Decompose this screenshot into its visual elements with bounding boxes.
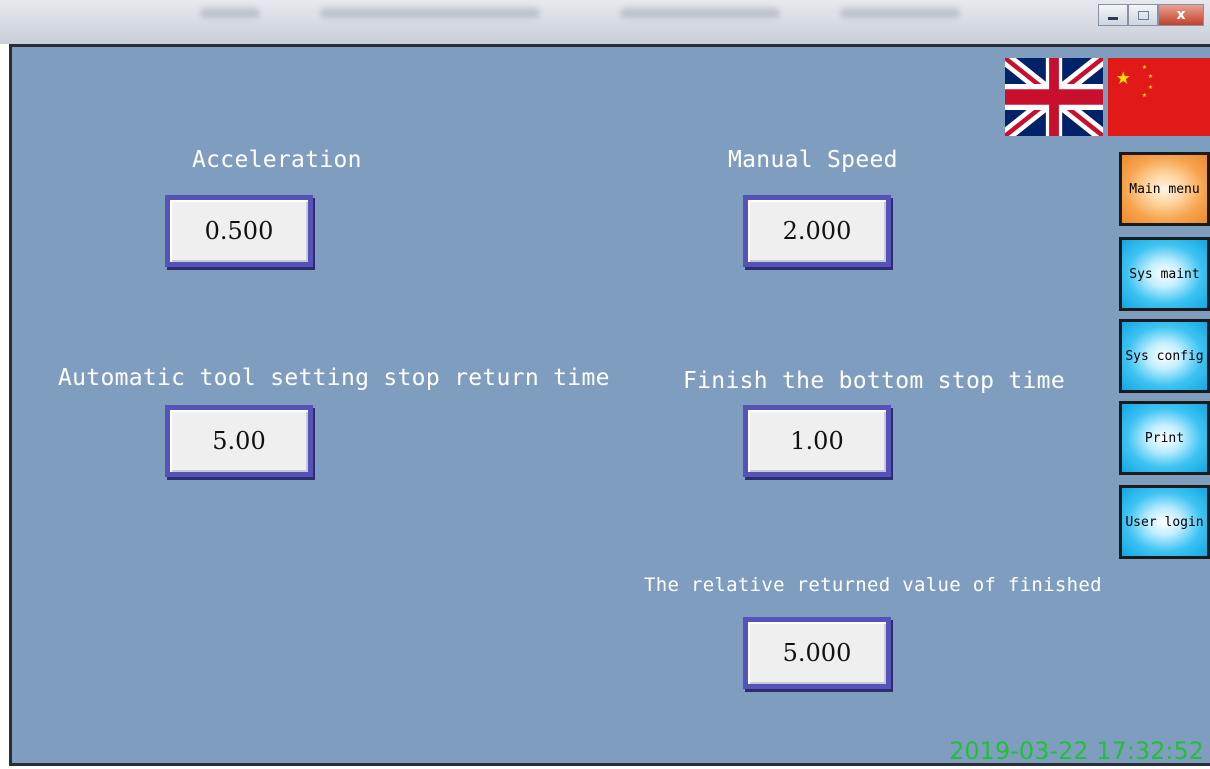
- sys-config-button[interactable]: Sys config: [1119, 319, 1210, 393]
- manual-speed-input[interactable]: 2.000: [743, 195, 891, 267]
- relative-returned-label: The relative returned value of finished: [644, 574, 1102, 596]
- finish-bottom-stop-input[interactable]: 1.00: [743, 405, 891, 477]
- english-flag-icon[interactable]: [1002, 51, 1106, 143]
- star-icon: ★: [1116, 62, 1131, 90]
- window-controls: x: [1098, 4, 1204, 26]
- manual-speed-label: Manual Speed: [728, 147, 898, 173]
- blur-smudge: [620, 8, 780, 18]
- star-icon: ★: [1142, 62, 1147, 71]
- maximize-icon[interactable]: [1128, 4, 1158, 26]
- star-icon: ★: [1148, 71, 1153, 80]
- blur-smudge: [320, 8, 540, 18]
- print-button[interactable]: Print: [1119, 401, 1210, 475]
- minimize-icon[interactable]: [1098, 4, 1128, 26]
- acceleration-input[interactable]: 0.500: [165, 195, 313, 267]
- relative-returned-input[interactable]: 5.000: [743, 617, 891, 689]
- star-icon: ★: [1142, 90, 1147, 99]
- finish-bottom-stop-label: Finish the bottom stop time: [683, 368, 1065, 394]
- auto-tool-return-label: Automatic tool setting stop return time: [58, 365, 610, 391]
- acceleration-label: Acceleration: [192, 147, 362, 173]
- main-menu-button[interactable]: Main menu: [1119, 152, 1210, 226]
- chinese-flag-icon[interactable]: ★ ★ ★ ★ ★: [1108, 58, 1210, 136]
- blur-smudge: [200, 8, 260, 18]
- settings-panel: ★ ★ ★ ★ ★ Acceleration 0.500 Manual Spee…: [9, 44, 1210, 766]
- auto-tool-return-input[interactable]: 5.00: [165, 405, 313, 477]
- close-icon[interactable]: x: [1158, 4, 1204, 26]
- blur-smudge: [840, 8, 960, 18]
- sys-maint-button[interactable]: Sys maint: [1119, 237, 1210, 311]
- user-login-button[interactable]: User login: [1119, 485, 1210, 559]
- status-timestamp: 2019-03-22 17:32:52: [949, 737, 1204, 765]
- star-icon: ★: [1148, 82, 1153, 91]
- window-title-bar: x: [0, 0, 1210, 44]
